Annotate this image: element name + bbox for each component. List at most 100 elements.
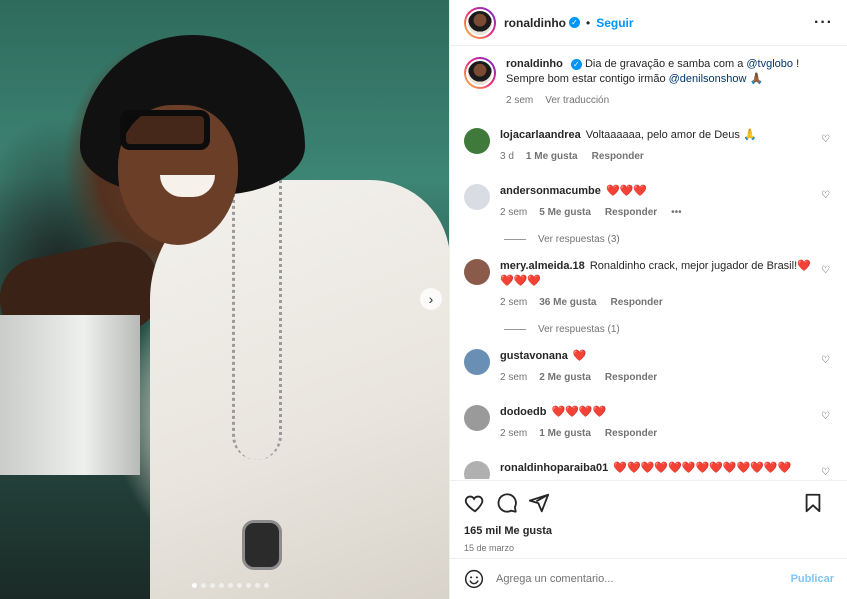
commenter-avatar[interactable] <box>464 259 490 285</box>
replies-divider <box>504 239 526 240</box>
caption-meta: 2 sem Ver traducción <box>506 93 834 108</box>
publish-button[interactable]: Publicar <box>791 573 834 585</box>
reply-button[interactable]: Responder <box>605 205 657 220</box>
comment-likes[interactable]: 1 Me gusta <box>539 426 591 441</box>
author-username[interactable]: ronaldinho <box>504 16 566 30</box>
comment-bubble-icon[interactable] <box>496 492 518 514</box>
comment-username[interactable]: gustavonana <box>500 350 568 362</box>
carousel-dot <box>228 583 233 588</box>
comment-item: dodoedb ❤️❤️❤️❤️ 2 sem 1 Me gusta Respon… <box>464 405 834 441</box>
verified-badge-icon: ✓ <box>570 58 582 70</box>
save-bookmark-icon[interactable] <box>802 492 824 514</box>
comment-item: mery.almeida.18 Ronaldinho crack, mejor … <box>464 259 834 310</box>
reply-button[interactable]: Responder <box>605 370 657 385</box>
post-header: ronaldinho ✓ • Seguir ··· <box>450 0 847 46</box>
comment-username[interactable]: ronaldinhoparaiba01 <box>500 462 608 474</box>
reply-button[interactable]: Responder <box>592 149 644 164</box>
like-comment-heart-icon[interactable]: ♡ <box>821 134 830 145</box>
photo-glasses <box>120 110 210 150</box>
like-comment-heart-icon[interactable]: ♡ <box>821 190 830 201</box>
see-translation-link[interactable]: Ver traducción <box>545 93 609 108</box>
caption-text-pre: Dia de gravação e samba com a <box>584 58 747 70</box>
caption: ronaldinho ✓ Dia de gravação e samba com… <box>464 57 834 108</box>
photo-shirt <box>150 180 449 599</box>
comment-time: 2 sem <box>500 297 528 308</box>
comment-text: ❤️❤️❤️❤️ <box>551 406 607 418</box>
comment-options-icon[interactable]: ••• <box>671 205 682 220</box>
comment-item: gustavonana ❤️ 2 sem 2 Me gusta Responde… <box>464 349 834 385</box>
commenter-avatar[interactable] <box>464 128 490 154</box>
carousel-dot <box>255 583 260 588</box>
caption-time: 2 sem <box>506 95 534 106</box>
comment-text: Voltaaaaaa, pelo amor de Deus 🙏 <box>585 129 757 141</box>
comment-item: lojacarlaandrea Voltaaaaaa, pelo amor de… <box>464 128 834 164</box>
comment-text: ❤️ <box>572 350 587 362</box>
like-comment-heart-icon[interactable]: ♡ <box>821 355 830 366</box>
follow-button[interactable]: Seguir <box>596 16 633 30</box>
comment-time: 2 sem <box>500 428 528 439</box>
mention-denilsonshow[interactable]: @denilsonshow <box>669 73 747 85</box>
caption-avatar[interactable] <box>464 57 496 89</box>
comment-time: 3 d <box>500 151 514 162</box>
comment-username[interactable]: dodoedb <box>500 406 546 418</box>
comment-likes[interactable]: 5 Me gusta <box>539 205 591 220</box>
like-heart-icon[interactable] <box>464 492 486 514</box>
comment-likes[interactable]: 36 Me gusta <box>539 295 596 310</box>
mention-tvglobo[interactable]: @tvglobo <box>746 58 793 70</box>
carousel-dot <box>219 583 224 588</box>
view-replies-button[interactable]: Ver respuestas (3) <box>504 234 834 245</box>
carousel-dot <box>264 583 269 588</box>
carousel-dot <box>246 583 251 588</box>
like-comment-heart-icon[interactable]: ♡ <box>821 411 830 422</box>
comment-time: 2 sem <box>500 372 528 383</box>
comment-likes[interactable]: 1 Me gusta <box>526 149 578 164</box>
post-actions: 165 mil Me gusta 15 de marzo <box>450 480 847 553</box>
caption-username[interactable]: ronaldinho <box>506 58 563 70</box>
like-comment-heart-icon[interactable]: ♡ <box>821 467 830 478</box>
commenter-avatar[interactable] <box>464 349 490 375</box>
next-image-button[interactable]: › <box>420 288 442 310</box>
comment-likes[interactable]: 2 Me gusta <box>539 370 591 385</box>
author-avatar[interactable] <box>464 6 496 39</box>
comment-composer: Publicar <box>450 558 847 599</box>
comment-username[interactable]: lojacarlaandrea <box>500 129 581 141</box>
caption-emoji: 🙏🏾 <box>749 73 764 85</box>
commenter-avatar[interactable] <box>464 405 490 431</box>
verified-badge-icon: ✓ <box>569 17 580 28</box>
photo-drum <box>0 315 140 475</box>
commenter-avatar[interactable] <box>464 461 490 479</box>
view-replies-label[interactable]: Ver respuestas (1) <box>538 324 620 335</box>
like-comment-heart-icon[interactable]: ♡ <box>821 265 830 276</box>
photo-watch <box>242 520 282 570</box>
likes-count[interactable]: 165 mil Me gusta <box>464 525 834 537</box>
comment-text: ❤️❤️❤️❤️❤️❤️❤️❤️❤️❤️❤️❤️❤️ <box>613 462 792 474</box>
comment-item: andersonmacumbe ❤️❤️❤️ 2 sem 5 Me gusta … <box>464 184 834 220</box>
comments-list[interactable]: ronaldinho ✓ Dia de gravação e samba com… <box>450 47 847 479</box>
share-send-icon[interactable] <box>528 492 550 514</box>
carousel-dot <box>210 583 215 588</box>
reply-button[interactable]: Responder <box>610 295 662 310</box>
comment-username[interactable]: mery.almeida.18 <box>500 260 585 272</box>
carousel-dot <box>237 583 242 588</box>
post-side-panel: ronaldinho ✓ • Seguir ··· ronaldinho ✓ D… <box>449 0 847 599</box>
post-date[interactable]: 15 de marzo <box>464 543 834 553</box>
comment-time: 2 sem <box>500 207 528 218</box>
comment-text: ❤️❤️❤️ <box>605 185 648 197</box>
carousel-dot <box>192 583 197 588</box>
commenter-avatar[interactable] <box>464 184 490 210</box>
view-replies-button[interactable]: Ver respuestas (1) <box>504 324 834 335</box>
comment-item: ronaldinhoparaiba01 ❤️❤️❤️❤️❤️❤️❤️❤️❤️❤️… <box>464 461 834 479</box>
reply-button[interactable]: Responder <box>605 426 657 441</box>
replies-divider <box>504 329 526 330</box>
post-dialog: › ronaldinho ✓ • Seguir ··· ronaldinho ✓… <box>0 0 847 599</box>
view-replies-label[interactable]: Ver respuestas (3) <box>538 234 620 245</box>
post-photo[interactable]: › <box>0 0 449 599</box>
comment-input[interactable] <box>496 573 791 585</box>
photo-chain <box>232 180 282 460</box>
more-options-icon[interactable]: ··· <box>814 14 833 32</box>
carousel-dots <box>192 583 269 588</box>
emoji-smiley-icon[interactable] <box>464 569 484 589</box>
comment-username[interactable]: andersonmacumbe <box>500 185 601 197</box>
header-separator: • <box>586 15 591 30</box>
carousel-dot <box>201 583 206 588</box>
